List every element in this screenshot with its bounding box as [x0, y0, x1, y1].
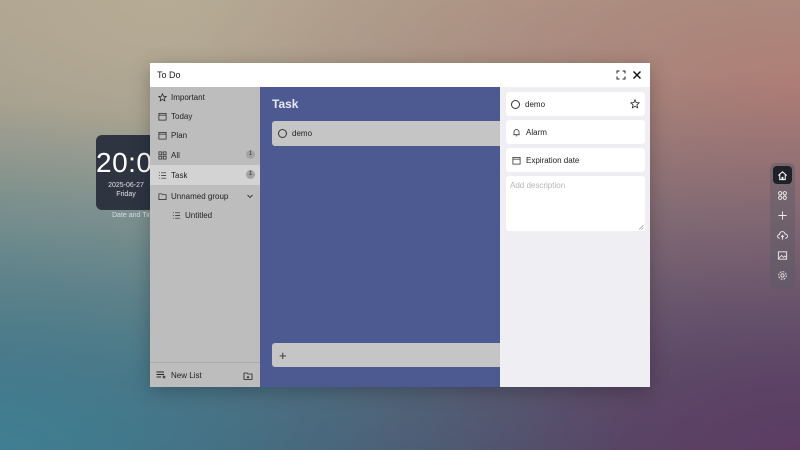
todo-window: To Do Important Today Plan All 1 Task 1 …: [150, 63, 650, 387]
clock-day: Friday: [116, 191, 136, 198]
clock-date: 2025-06-27: [108, 182, 144, 189]
sidebar-group-unnamed[interactable]: Unnamed group: [150, 186, 260, 206]
sidebar-item-untitled[interactable]: Untitled: [150, 205, 260, 225]
home-icon: [778, 170, 787, 180]
expiration-date-button[interactable]: Expiration date: [506, 148, 645, 172]
settings-icon: [778, 270, 787, 280]
sidebar-item-label: All: [171, 150, 180, 160]
sidebar-item-label: Untitled: [185, 210, 213, 220]
sidebar-item-label: Plan: [171, 130, 188, 140]
task-title: demo: [292, 129, 313, 138]
dock-settings-button[interactable]: [773, 266, 792, 284]
window-title: To Do: [157, 70, 181, 80]
plus-icon: [778, 210, 787, 220]
new-list-button[interactable]: New List: [150, 362, 260, 387]
close-button[interactable]: [630, 68, 644, 82]
sidebar-item-label: Important: [171, 92, 205, 102]
dock-apps-button[interactable]: [773, 186, 792, 204]
task-row[interactable]: demo: [272, 121, 500, 146]
maximize-icon: [616, 70, 626, 80]
sidebar-item-plan[interactable]: Plan: [150, 125, 260, 145]
add-task-bar[interactable]: +: [272, 343, 500, 367]
expiration-label: Expiration date: [526, 155, 580, 165]
dock-image-button[interactable]: [773, 246, 792, 264]
task-detail-panel: demo Alarm Expiration date: [500, 87, 650, 387]
side-dock: [770, 163, 795, 288]
calendar-icon: [158, 112, 166, 120]
dock-home-button[interactable]: [773, 166, 792, 184]
clock-widget: 20:06 2025-06-27 Friday: [96, 135, 156, 210]
list-icon: [158, 171, 166, 179]
resize-grip-icon[interactable]: [638, 224, 644, 230]
sidebar: Important Today Plan All 1 Task 1 Unname…: [150, 87, 260, 387]
complete-checkbox[interactable]: [278, 129, 287, 138]
sidebar-item-label: Unnamed group: [171, 191, 229, 201]
close-icon: [633, 71, 641, 79]
task-list-panel: Task demo +: [260, 87, 500, 387]
maximize-button[interactable]: [614, 68, 628, 82]
list-title: Task: [272, 97, 299, 111]
dock-add-button[interactable]: [773, 206, 792, 224]
chevron-down-icon[interactable]: [246, 192, 254, 200]
description-input[interactable]: [506, 176, 645, 231]
grid-icon: [158, 151, 166, 159]
sidebar-item-today[interactable]: Today: [150, 106, 260, 126]
sidebar-item-important[interactable]: Important: [150, 87, 260, 107]
count-badge: 1: [246, 170, 255, 179]
sidebar-item-all[interactable]: All 1: [150, 145, 260, 165]
complete-checkbox[interactable]: [511, 99, 520, 109]
alarm-label: Alarm: [526, 127, 547, 137]
sidebar-item-label: Task: [171, 170, 188, 180]
bell-icon: [512, 128, 520, 136]
dock-upload-button[interactable]: [773, 226, 792, 244]
new-list-label: New List: [171, 370, 202, 380]
apps-icon: [778, 190, 787, 200]
folder-icon: [158, 192, 166, 200]
star-icon: [157, 92, 167, 102]
alarm-button[interactable]: Alarm: [506, 120, 645, 144]
star-icon[interactable]: [630, 99, 640, 109]
detail-title-card[interactable]: demo: [506, 92, 645, 116]
image-icon: [777, 250, 788, 260]
sidebar-item-task[interactable]: Task 1: [150, 165, 260, 185]
calendar-icon: [158, 131, 166, 139]
count-badge: 1: [246, 150, 255, 159]
plus-icon: +: [279, 347, 287, 363]
detail-task-title: demo: [525, 99, 546, 109]
calendar-icon: [512, 156, 520, 164]
add-list-icon: [156, 371, 166, 379]
clock-time: 20:06: [96, 147, 156, 178]
sidebar-item-label: Today: [171, 111, 193, 121]
title-bar: To Do: [150, 63, 650, 87]
add-group-icon[interactable]: [243, 371, 253, 381]
cloud-upload-icon: [777, 230, 788, 240]
list-icon: [172, 211, 180, 219]
